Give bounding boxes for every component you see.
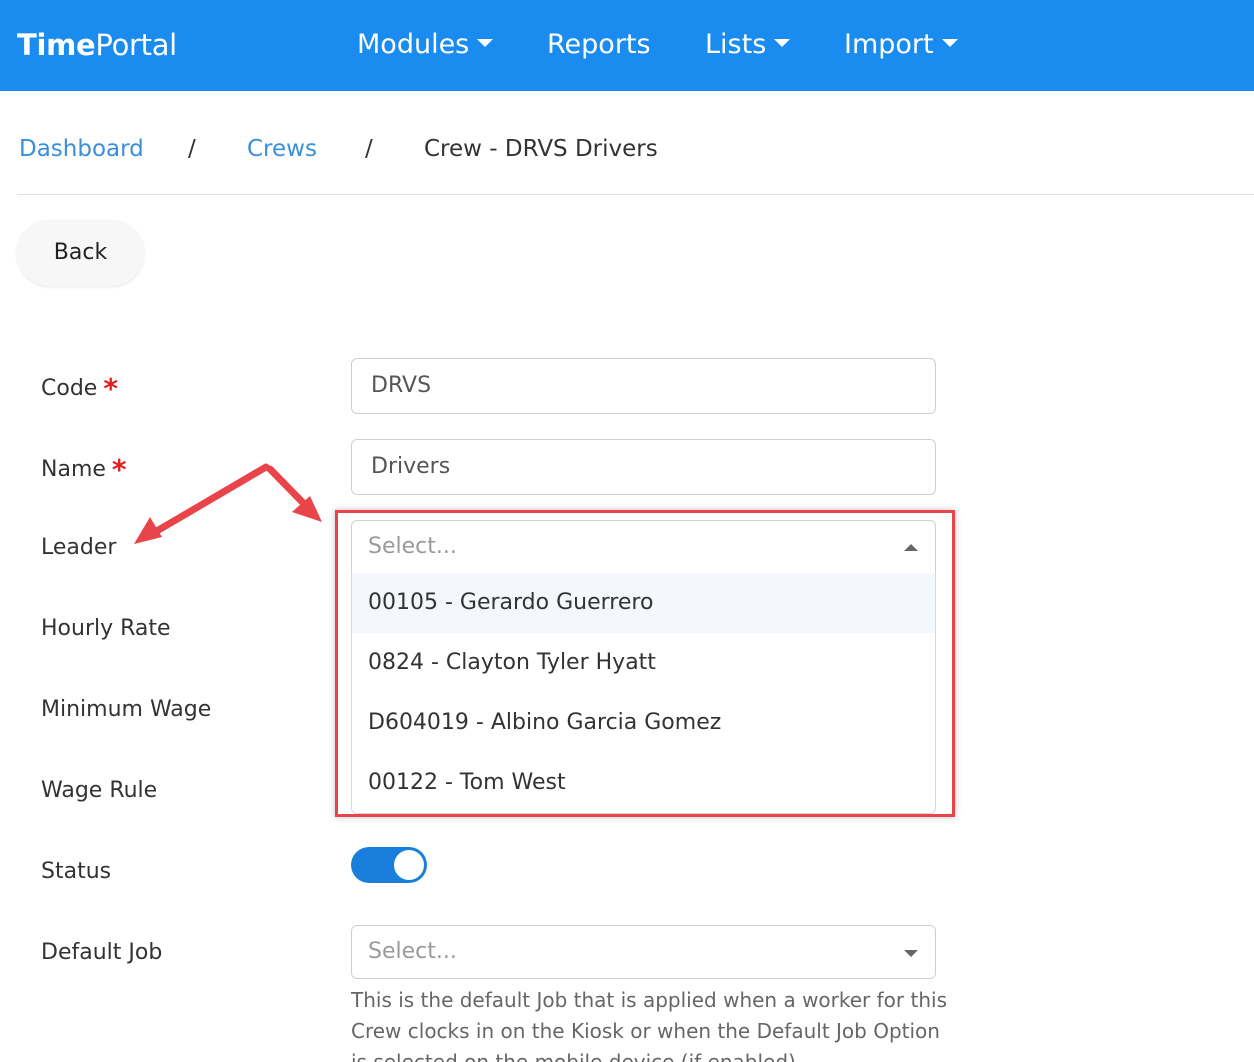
name-input[interactable]: Drivers [351, 439, 936, 495]
default-job-help-text: This is the default Job that is applied … [351, 988, 947, 1062]
status-label: Status [41, 859, 112, 884]
caret-down-icon [904, 950, 918, 957]
arrow-to-leader-select [266, 465, 316, 516]
required-asterisk: * [103, 372, 118, 405]
nav-modules[interactable]: Modules [357, 27, 494, 63]
breadcrumb-dashboard[interactable]: Dashboard [19, 133, 144, 165]
arrowhead-left [134, 517, 162, 544]
leader-option[interactable]: 00122 - Tom West [352, 753, 935, 813]
arrow-to-leader-label [146, 463, 270, 539]
default-job-label: Default Job [41, 940, 163, 965]
breadcrumb-current: Crew - DRVS Drivers [424, 136, 658, 162]
code-input[interactable]: DRVS [351, 358, 936, 414]
minimum-wage-label: Minimum Wage [41, 697, 212, 722]
leader-option[interactable]: 00105 - Gerardo Guerrero [352, 573, 935, 633]
name-label: Name * [41, 453, 127, 486]
nav-lists[interactable]: Lists [705, 27, 791, 63]
leader-select-placeholder: Select... [368, 534, 457, 559]
required-asterisk: * [111, 453, 127, 486]
caret-down-icon [774, 38, 791, 47]
leader-label: Leader [41, 535, 117, 560]
breadcrumb-crews[interactable]: Crews [247, 133, 317, 165]
hourly-rate-label: Hourly Rate [41, 616, 171, 641]
top-navbar: TimePortal Modules Reports Lists Import [0, 0, 1254, 91]
leader-option[interactable]: D604019 - Albino Garcia Gomez [352, 693, 935, 753]
caret-down-icon [941, 38, 958, 47]
back-button[interactable]: Back [17, 220, 144, 286]
header-divider [17, 194, 1254, 195]
code-label: Code * [41, 372, 118, 405]
leader-option[interactable]: 0824 - Clayton Tyler Hyatt [352, 633, 935, 693]
leader-dropdown-menu: 00105 - Gerardo Guerrero 0824 - Clayton … [351, 573, 936, 814]
nav-import[interactable]: Import [844, 27, 958, 63]
default-job-select[interactable]: Select... [351, 925, 936, 979]
breadcrumb-separator: / [188, 136, 196, 162]
brand-logo[interactable]: TimePortal [17, 27, 177, 63]
nav-reports[interactable]: Reports [547, 27, 651, 63]
leader-select[interactable]: Select... [351, 520, 936, 574]
breadcrumb-separator: / [365, 136, 373, 162]
caret-up-icon [904, 544, 918, 551]
status-toggle[interactable] [351, 847, 427, 883]
wage-rule-label: Wage Rule [41, 778, 158, 803]
caret-down-icon [477, 38, 494, 47]
arrowhead-right [292, 496, 322, 522]
toggle-knob [394, 850, 424, 880]
default-job-select-placeholder: Select... [368, 939, 457, 964]
